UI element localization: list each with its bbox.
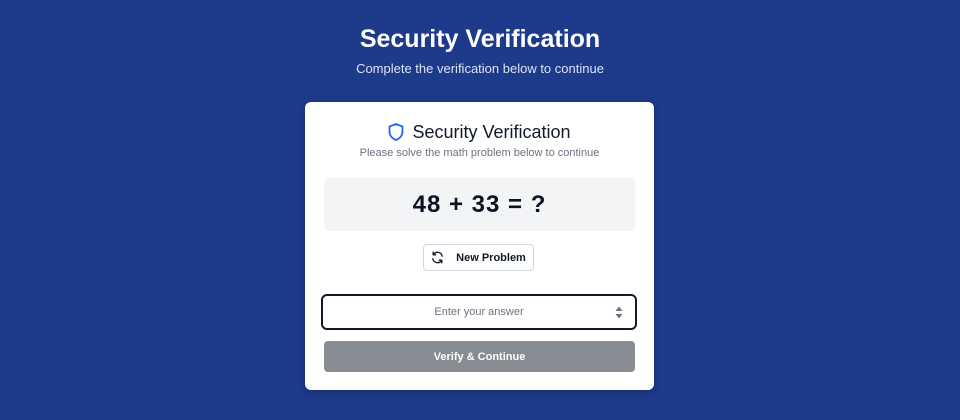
- math-problem-box: 48 + 33 = ?: [324, 178, 635, 231]
- card-subtitle: Please solve the math problem below to c…: [359, 147, 600, 159]
- answer-field[interactable]: [321, 294, 637, 330]
- new-problem-button[interactable]: New Problem: [423, 244, 534, 271]
- page-subtitle: Complete the verification below to conti…: [356, 61, 604, 76]
- number-spinner-icon[interactable]: [615, 306, 623, 319]
- math-problem: 48 + 33 = ?: [412, 190, 547, 218]
- page-title: Security Verification: [359, 25, 601, 53]
- refresh-icon: [431, 251, 444, 264]
- card-title: Security Verification: [412, 122, 571, 142]
- verify-continue-button[interactable]: Verify & Continue: [324, 341, 635, 372]
- verification-card: Security Verification Please solve the m…: [305, 102, 654, 390]
- shield-icon: [388, 123, 404, 141]
- new-problem-label: New Problem: [456, 251, 526, 264]
- card-header: Security Verification: [305, 120, 654, 144]
- verify-continue-label: Verify & Continue: [433, 350, 526, 363]
- answer-input[interactable]: [323, 296, 635, 328]
